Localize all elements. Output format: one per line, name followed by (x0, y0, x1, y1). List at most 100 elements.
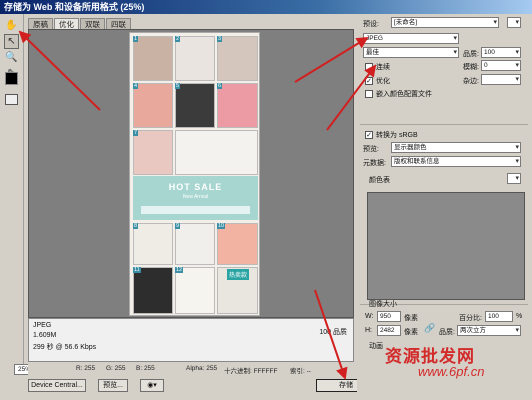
hot-sale-subtitle: New Arrival (182, 194, 209, 200)
preset-select[interactable]: [未命名] (391, 17, 499, 28)
eyedropper-color-swatch[interactable] (5, 72, 18, 85)
thumb-number: 12 (175, 267, 184, 273)
view-tabs: 原稿 优化 双联 四联 (28, 18, 132, 29)
thumb-number: 3 (217, 36, 223, 42)
optimization-info: JPEG 1.609M 299 秒 @ 56.6 Kbps 100 品质 (28, 318, 354, 362)
animation-label: 动画 (369, 343, 383, 350)
hot-sale-banner: HOT SALE New Arrival (133, 176, 258, 220)
color-table-menu-icon[interactable] (507, 173, 521, 184)
red-readout: R: 255 (76, 365, 96, 372)
quality-level-select[interactable]: 最佳 (363, 47, 459, 58)
blue-readout: B: 255 (136, 365, 155, 372)
optimized-checkbox[interactable]: ✓ (365, 77, 373, 85)
section-divider (360, 124, 528, 125)
progressive-checkbox[interactable] (365, 63, 373, 71)
hot-sell-badge: 热卖款 (227, 269, 250, 280)
tab-optimized[interactable]: 优化 (54, 18, 79, 29)
thumb-number: 4 (133, 83, 139, 89)
percent-input[interactable]: 100 (485, 311, 513, 322)
convert-srgb-checkbox[interactable]: ✓ (365, 131, 373, 139)
download-time-info: 299 秒 @ 56.6 Kbps (33, 344, 97, 351)
product-photo (217, 223, 258, 265)
product-photo (175, 36, 215, 81)
preset-label: 预设: (363, 21, 379, 28)
color-table[interactable] (367, 192, 525, 300)
toggle-slices-icon[interactable] (5, 94, 18, 105)
progressive-label: 连续 (376, 64, 390, 71)
product-photo (217, 83, 258, 128)
index-readout: 索引: -- (290, 368, 311, 375)
product-photo (133, 267, 173, 314)
product-photo (175, 83, 215, 128)
status-bar: R: 255 G: 255 B: 255 Alpha: 255 十六进制: FF… (28, 364, 354, 376)
quality-input[interactable]: 100 (481, 47, 521, 58)
thumb-number: 10 (217, 223, 226, 229)
banner-strip (141, 206, 250, 214)
window-title: 存储为 Web 和设备所用格式 (25%) (0, 0, 532, 14)
file-size-info: 1.609M (33, 332, 57, 339)
optimized-label: 优化 (376, 78, 390, 85)
blur-label: 模糊: (463, 64, 479, 71)
constrain-proportions-icon[interactable]: 🔗 (424, 323, 435, 334)
matte-label: 杂边: (463, 78, 479, 85)
browser-preview-button[interactable]: ◉▾ (140, 379, 164, 392)
thumb-number: 6 (217, 83, 223, 89)
thumb-number: 11 (133, 267, 141, 273)
product-photo (175, 267, 215, 314)
image-viewport[interactable]: 1 2 3 4 5 6 7 HOT SALE New Arrival 8 9 1… (28, 29, 354, 318)
product-photo (175, 223, 215, 265)
metadata-select[interactable]: 版权和联系信息 (391, 156, 521, 167)
blur-input[interactable]: 0 (481, 60, 521, 71)
hot-sale-title: HOT SALE (168, 182, 223, 192)
thumb-number: 7 (133, 130, 139, 136)
preview-button[interactable]: 预览... (98, 379, 128, 392)
product-photo (175, 130, 258, 175)
tab-original[interactable]: 原稿 (28, 18, 53, 29)
metadata-label: 元数据: (363, 160, 386, 167)
preview-label: 预览: (363, 146, 379, 153)
hand-tool-icon[interactable]: ✋ (4, 18, 19, 33)
product-photo (133, 223, 173, 265)
thumb-number: 8 (133, 223, 139, 229)
resample-quality-label: 品质: (439, 329, 455, 336)
height-input[interactable]: 2482 (377, 325, 401, 336)
resample-quality-select[interactable]: 两次立方 (457, 325, 521, 336)
embed-profile-label: 嵌入颜色配置文件 (376, 91, 432, 98)
hex-readout: 十六进制: FFFFFF (224, 368, 278, 375)
width-unit: 像素 (404, 315, 418, 322)
quality-info: 100 品质 (319, 329, 347, 336)
thumb-number: 2 (175, 36, 181, 42)
percent-label: 百分比: (459, 315, 482, 322)
thumb-number: 9 (175, 223, 181, 229)
height-unit: 像素 (404, 329, 418, 336)
convert-srgb-label: 转换为 sRGB (376, 132, 418, 139)
product-photo (133, 83, 173, 128)
green-readout: G: 255 (106, 365, 126, 372)
zoom-tool-icon[interactable]: 🔍 (4, 50, 19, 65)
color-table-label: 颜色表 (369, 177, 390, 184)
product-photo (133, 130, 173, 175)
tab-4up[interactable]: 四联 (106, 18, 131, 29)
width-input[interactable]: 950 (377, 311, 401, 322)
format-info: JPEG (33, 322, 52, 329)
matte-select[interactable] (481, 74, 521, 85)
width-label: W: (365, 313, 374, 320)
device-central-button[interactable]: Device Central... (28, 379, 86, 392)
file-format-select[interactable]: JPEG (363, 33, 459, 44)
embed-profile-checkbox[interactable] (365, 90, 373, 98)
thumb-number: 1 (133, 36, 139, 42)
watermark-url: www.6pf.cn (418, 364, 485, 379)
image-size-label: 图像大小 (369, 301, 397, 308)
preset-menu-icon[interactable] (507, 17, 521, 28)
percent-unit: % (516, 313, 523, 320)
product-photo (133, 36, 173, 81)
product-photo (217, 36, 258, 81)
thumb-number: 5 (175, 83, 181, 89)
toolbox: ✋ ↖ 🔍 ✎ (0, 14, 24, 364)
slice-select-tool-icon[interactable]: ↖ (4, 34, 19, 49)
alpha-readout: Alpha: 255 (186, 365, 218, 372)
quality-label: 品质: (463, 51, 479, 58)
preview-select[interactable]: 显示器颜色 (391, 142, 521, 153)
tab-2up[interactable]: 双联 (80, 18, 105, 29)
height-label: H: (365, 327, 372, 334)
